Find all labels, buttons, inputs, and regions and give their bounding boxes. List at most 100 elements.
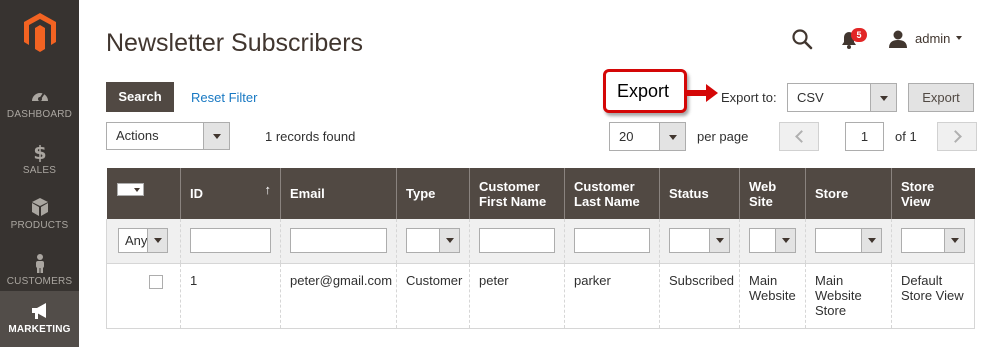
per-page-value: 20: [619, 129, 634, 144]
records-found: 1 records found: [265, 129, 356, 144]
cell-text: Store: [815, 302, 847, 318]
subscribers-grid: ID ↑ Email Type Customer First Name Cust…: [106, 168, 975, 329]
filter-email-input[interactable]: [290, 228, 387, 254]
per-page-label: per page: [697, 129, 749, 144]
current-page-input[interactable]: 1: [845, 122, 884, 151]
cell-text: Website: [815, 287, 862, 303]
cell-text: Website: [749, 287, 796, 303]
column-header-last-name[interactable]: Customer Last Name: [564, 168, 660, 219]
column-header-first-name[interactable]: Customer First Name: [469, 168, 565, 219]
previous-page-button[interactable]: [779, 122, 819, 151]
cell-website: Main Website: [739, 263, 806, 329]
column-header-label: Store: [815, 186, 849, 201]
column-header-label: Site: [749, 193, 773, 209]
cell-last-name: parker: [564, 263, 660, 329]
person-icon: [35, 254, 44, 273]
filter-store-select[interactable]: [815, 228, 882, 254]
column-header-label: Customer: [574, 178, 635, 194]
page-title: Newsletter Subscribers: [106, 29, 364, 57]
search-icon[interactable]: [791, 28, 813, 50]
column-header-label: ID: [190, 186, 203, 201]
per-page-select[interactable]: 20: [609, 122, 686, 151]
speedometer-icon: [31, 92, 48, 101]
mass-actions-value: Actions: [116, 128, 159, 143]
cube-icon: [31, 198, 48, 216]
filter-first-name-input[interactable]: [479, 228, 555, 254]
cell-store-view: Default Store View: [891, 263, 975, 329]
table-row[interactable]: 1 peter@gmail.com Customer peter parker …: [106, 263, 975, 329]
sidebar-item-label: SALES: [22, 165, 57, 176]
cell-status: Subscribed: [659, 263, 740, 329]
cell-text: Default: [901, 272, 943, 288]
magento-logo[interactable]: [22, 12, 58, 52]
admin-sidebar: DASHBOARD $ SALES PRODUCTS CUSTOMERS MAR…: [0, 0, 79, 347]
column-header-label: Email: [290, 186, 325, 201]
column-header-status[interactable]: Status: [659, 168, 740, 219]
column-header-store[interactable]: Store: [805, 168, 892, 219]
filter-value: Any: [125, 233, 148, 249]
chevron-down-icon: [203, 123, 229, 149]
filter-type-select[interactable]: [406, 228, 460, 254]
column-header-id[interactable]: ID ↑: [180, 168, 281, 219]
cell-text: Store View: [901, 287, 964, 303]
row-checkbox[interactable]: [149, 274, 163, 289]
megaphone-icon: [31, 303, 46, 319]
arrow-right-icon: [684, 84, 718, 102]
sidebar-item-marketing[interactable]: MARKETING: [0, 291, 79, 347]
column-header-label: Store View: [901, 178, 935, 209]
export-to-label: Export to:: [721, 90, 777, 105]
cell-email: peter@gmail.com: [280, 263, 397, 329]
mass-actions-select[interactable]: Actions: [106, 122, 230, 150]
mass-select-header[interactable]: [106, 168, 181, 219]
column-header-label: Type: [406, 186, 436, 201]
user-icon[interactable]: [888, 29, 908, 49]
cell-id: 1: [180, 263, 281, 329]
chevron-down-icon: [709, 229, 729, 253]
cell-text: Main: [815, 272, 844, 288]
filter-store-view-select[interactable]: [901, 228, 965, 254]
export-format-select[interactable]: CSV: [787, 83, 897, 112]
sidebar-item-label: CUSTOMERS: [6, 276, 73, 287]
filter-last-name-input[interactable]: [574, 228, 650, 254]
next-page-button[interactable]: [937, 122, 977, 151]
filter-website-select[interactable]: [749, 228, 796, 254]
sidebar-item-sales[interactable]: $ SALES: [0, 134, 79, 190]
sidebar-item-label: MARKETING: [8, 324, 71, 335]
chevron-down-icon: [439, 229, 459, 253]
sidebar-item-products[interactable]: PRODUCTS: [0, 189, 79, 245]
filter-status-select[interactable]: [669, 228, 730, 254]
column-header-label: Last Name: [574, 193, 640, 209]
column-header-label: First Name: [479, 193, 547, 209]
mass-filter-select[interactable]: Any: [118, 228, 168, 254]
grid-header-row: ID ↑ Email Type Customer First Name Cust…: [106, 168, 975, 219]
column-header-label: Customer: [479, 178, 540, 194]
column-header-label: Status: [669, 186, 709, 201]
user-menu-name[interactable]: admin: [915, 31, 950, 46]
export-format-value: CSV: [797, 90, 824, 105]
column-header-email[interactable]: Email: [280, 168, 397, 219]
sidebar-item-label: DASHBOARD: [6, 109, 73, 120]
filter-id-input[interactable]: [190, 228, 271, 254]
column-header-label: Web: [749, 178, 777, 194]
cell-text: Main: [749, 272, 778, 288]
filter-row: Any: [106, 219, 975, 264]
svg-text:$: $: [33, 142, 46, 162]
cell-type: Customer: [396, 263, 470, 329]
chevron-down-icon[interactable]: [956, 36, 962, 40]
total-pages-label: of 1: [895, 129, 917, 144]
column-header-type[interactable]: Type: [396, 168, 470, 219]
chevron-down-icon: [659, 123, 685, 150]
cell-store: Main Website Store: [805, 263, 892, 329]
sidebar-item-dashboard[interactable]: DASHBOARD: [0, 78, 79, 134]
cell-first-name: peter: [469, 263, 565, 329]
search-button[interactable]: Search: [106, 82, 174, 112]
sidebar-item-label: PRODUCTS: [10, 220, 69, 231]
export-button[interactable]: Export: [908, 83, 974, 112]
callout-label: Export: [617, 81, 670, 101]
chevron-down-icon: [944, 229, 964, 253]
column-header-website[interactable]: Web Site: [739, 168, 806, 219]
mass-select-checkbox[interactable]: [116, 183, 144, 196]
reset-filter-link[interactable]: Reset Filter: [191, 90, 257, 105]
column-header-store-view[interactable]: Store View: [891, 168, 975, 219]
chevron-down-icon: [870, 84, 896, 111]
